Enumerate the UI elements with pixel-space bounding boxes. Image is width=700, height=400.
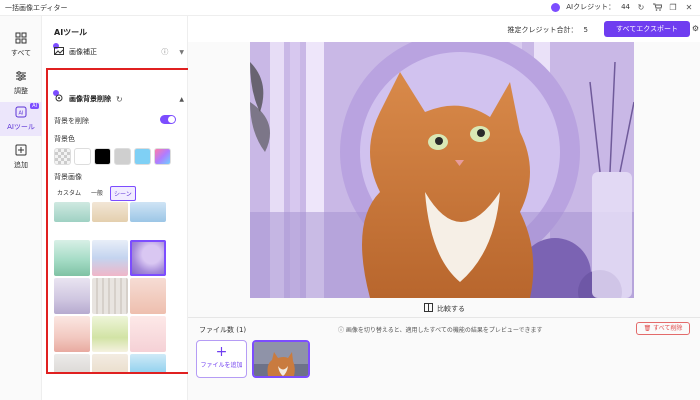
title-bar: 一括画像エディター AIクレジット： 44 ↻ ❐ ✕ xyxy=(0,0,700,16)
plus-icon: + xyxy=(215,344,228,360)
delete-all-label: すべて削除 xyxy=(653,325,683,332)
window-title: 一括画像エディター xyxy=(5,4,68,12)
cart-icon[interactable] xyxy=(652,2,662,12)
file-thumbnail[interactable] xyxy=(252,340,310,378)
credits-value: 44 xyxy=(621,3,630,11)
info-icon: ⓘ xyxy=(338,327,346,334)
rail-item-label: 追加 xyxy=(14,161,28,169)
enhance-icon xyxy=(54,46,64,58)
refresh-icon[interactable]: ↻ xyxy=(636,2,646,12)
svg-text:AI: AI xyxy=(19,111,24,117)
rail-item-ai-tools[interactable]: AI AI AIツール xyxy=(0,102,42,136)
compare-toggle[interactable]: 比較する xyxy=(424,303,465,314)
add-file-button[interactable]: + ファイルを追加 xyxy=(196,340,247,378)
left-rail: すべて 調整 AI AI AIツール 追加 xyxy=(0,16,42,400)
enhance-label: 画像補正 xyxy=(69,48,97,56)
compare-icon xyxy=(424,303,433,314)
plus-square-icon xyxy=(14,144,28,158)
cat-thumbnail-image xyxy=(254,342,308,376)
main-area: 推定クレジット合計： 5 すべてエクスポート ⚙ 比較する ファイル数 (1) … xyxy=(188,16,700,400)
rail-item-adjust[interactable]: 調整 xyxy=(0,66,42,100)
estimated-credits-label: 推定クレジット合計： xyxy=(507,26,578,34)
rail-item-label: 調整 xyxy=(14,87,28,95)
rail-item-all[interactable]: すべて xyxy=(0,28,42,62)
info-icon[interactable]: ⓘ xyxy=(161,47,168,57)
estimated-credits: 推定クレジット合計： 5 xyxy=(508,25,588,35)
trash-icon: 🗑 xyxy=(643,325,654,332)
ai-badge: AI xyxy=(30,103,39,109)
add-file-label: ファイルを追加 xyxy=(200,362,243,369)
preview-canvas[interactable] xyxy=(250,42,634,298)
ai-icon: AI xyxy=(14,106,28,120)
settings-icon[interactable]: ⚙ xyxy=(692,24,699,33)
ai-credit-icon xyxy=(551,2,561,12)
compare-label: 比較する xyxy=(437,304,465,313)
preview-hint-text: 画像を切り替えると、適用したすべての機能の結果をプレビューできます xyxy=(345,327,543,334)
title-bar-controls: AIクレジット： 44 ↻ ❐ ✕ xyxy=(551,2,694,12)
cat-preview-image xyxy=(250,42,634,298)
main-topbar: 推定クレジット合計： 5 すべてエクスポート ⚙ xyxy=(188,16,700,42)
estimated-credits-value: 5 xyxy=(583,26,588,34)
file-count: ファイル数 (1) xyxy=(199,326,247,334)
rail-item-label: AIツール xyxy=(7,123,35,131)
restore-window-icon[interactable]: ❐ xyxy=(668,2,678,12)
close-icon[interactable]: ✕ xyxy=(684,2,694,12)
delete-all-button[interactable]: 🗑 すべて削除 xyxy=(636,322,690,335)
grid-icon xyxy=(14,32,28,46)
export-all-button[interactable]: すべてエクスポート xyxy=(604,21,690,37)
divider xyxy=(188,317,700,318)
sliders-icon xyxy=(14,70,28,84)
chevron-down-icon[interactable]: ▼ xyxy=(179,49,184,56)
highlight-box xyxy=(46,68,192,374)
panel-title: AIツール xyxy=(54,28,88,37)
rail-item-label: すべて xyxy=(10,49,32,57)
credits-label: AIクレジット： xyxy=(566,3,616,11)
image-enhance-row[interactable]: 画像補正 ⓘ ▼ xyxy=(54,44,184,60)
preview-hint: ⓘ 画像を切り替えると、適用したすべての機能の結果をプレビューできます xyxy=(338,325,542,334)
rail-item-add[interactable]: 追加 xyxy=(0,140,42,174)
